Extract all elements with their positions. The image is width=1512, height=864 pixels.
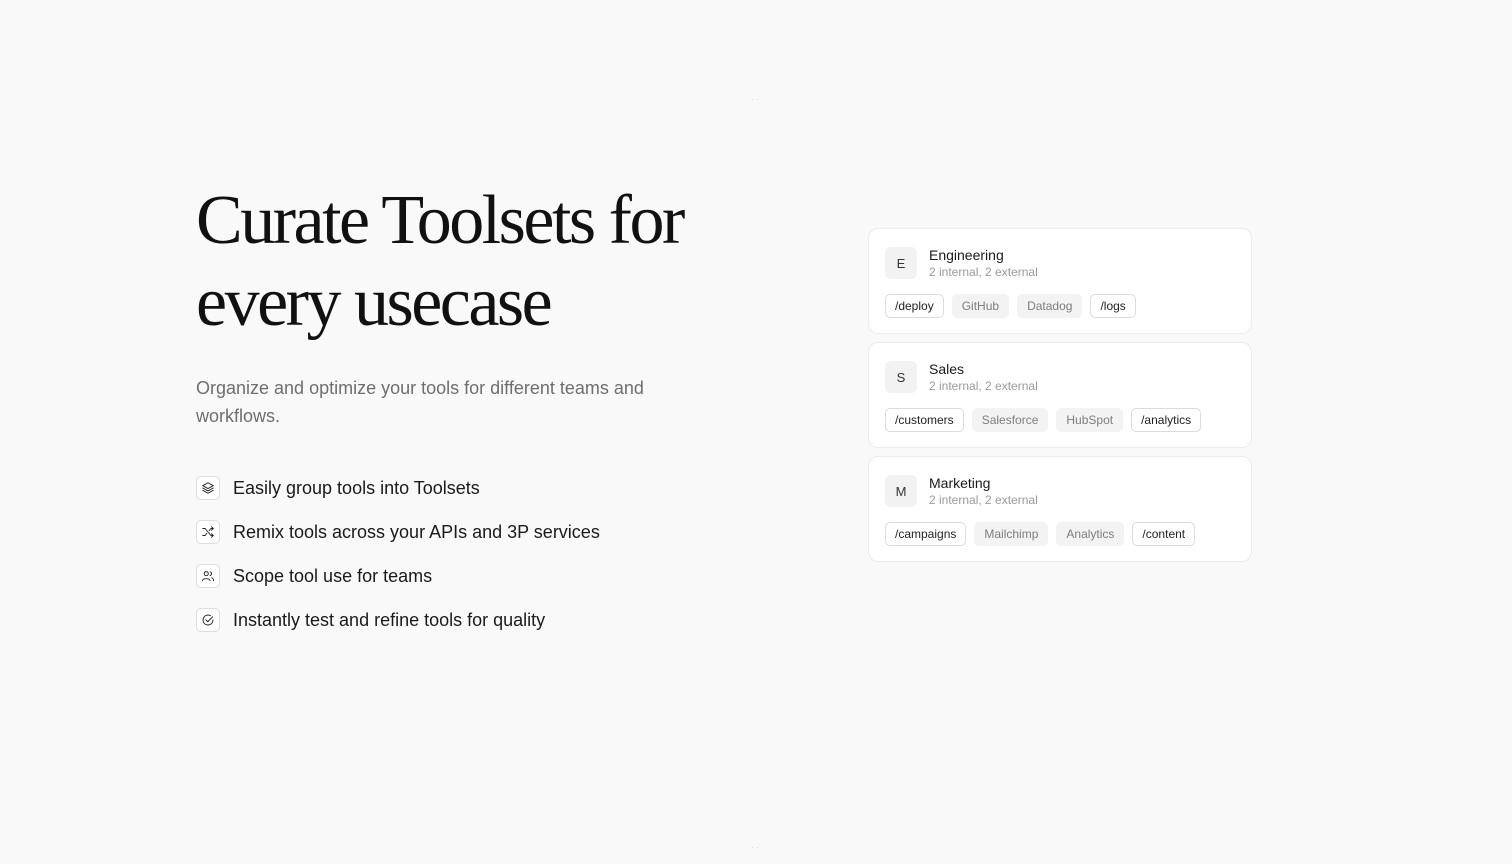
avatar: M — [885, 475, 917, 507]
feature-label: Scope tool use for teams — [233, 565, 433, 586]
users-icon — [196, 564, 220, 588]
feature-label: Easily group tools into Toolsets — [233, 477, 480, 498]
card-meta: 2 internal, 2 external — [929, 493, 1038, 507]
card-title: Sales — [929, 361, 965, 377]
tool-tag[interactable]: /campaigns — [885, 522, 967, 546]
layers-icon — [196, 476, 220, 500]
toolset-card-marketing[interactable]: M Marketing 2 internal, 2 external /camp… — [868, 456, 1252, 562]
hero-section: Curate Toolsets for every usecase Organi… — [196, 180, 716, 642]
card-heading: Engineering 2 internal, 2 external — [929, 246, 1038, 280]
tool-tag[interactable]: Datadog — [1017, 294, 1083, 318]
card-title: Marketing — [929, 475, 991, 491]
page: ·· Curate Toolsets for every usecase Org… — [0, 0, 1512, 864]
toolset-card-engineering[interactable]: E Engineering 2 internal, 2 external /de… — [868, 228, 1252, 334]
card-header: S Sales 2 internal, 2 external — [885, 360, 1235, 394]
feature-label: Instantly test and refine tools for qual… — [233, 609, 546, 630]
card-header: M Marketing 2 internal, 2 external — [885, 474, 1235, 508]
card-meta: 2 internal, 2 external — [929, 265, 1038, 279]
avatar: S — [885, 361, 917, 393]
tag-list: /campaigns Mailchimp Analytics /content — [885, 522, 1235, 546]
page-title: Curate Toolsets for every usecase — [196, 180, 716, 344]
card-header: E Engineering 2 internal, 2 external — [885, 246, 1235, 280]
card-heading: Sales 2 internal, 2 external — [929, 360, 1038, 394]
tag-list: /customers Salesforce HubSpot /analytics — [885, 408, 1235, 432]
tool-tag[interactable]: /logs — [1090, 294, 1136, 318]
shuffle-icon — [196, 520, 220, 544]
decorative-dots-bottom: ·· — [751, 843, 761, 852]
hero-subtitle: Organize and optimize your tools for dif… — [196, 378, 644, 426]
tool-tag[interactable]: /customers — [885, 408, 964, 432]
toolset-cards: E Engineering 2 internal, 2 external /de… — [868, 228, 1252, 570]
feature-item: Scope tool use for teams — [196, 554, 716, 598]
feature-item: Easily group tools into Toolsets — [196, 466, 716, 510]
tool-tag[interactable]: Mailchimp — [974, 522, 1049, 546]
headline-line-2: every usecase — [196, 264, 553, 341]
tool-tag[interactable]: Salesforce — [971, 408, 1049, 432]
tag-list: /deploy GitHub Datadog /logs — [885, 294, 1235, 318]
feature-item: Instantly test and refine tools for qual… — [196, 598, 716, 642]
tool-tag[interactable]: HubSpot — [1056, 408, 1124, 432]
tool-tag[interactable]: GitHub — [951, 294, 1010, 318]
card-meta: 2 internal, 2 external — [929, 379, 1038, 393]
decorative-dots-top: ·· — [751, 95, 761, 104]
feature-item: Remix tools across your APIs and 3P serv… — [196, 510, 716, 554]
tool-tag[interactable]: /analytics — [1131, 408, 1202, 432]
card-heading: Marketing 2 internal, 2 external — [929, 474, 1038, 508]
toolset-card-sales[interactable]: S Sales 2 internal, 2 external /customer… — [868, 342, 1252, 448]
tool-tag[interactable]: /content — [1132, 522, 1196, 546]
tool-tag[interactable]: Analytics — [1056, 522, 1125, 546]
avatar: E — [885, 247, 917, 279]
tool-tag[interactable]: /deploy — [885, 294, 944, 318]
feature-list: Easily group tools into Toolsets Remix t… — [196, 466, 716, 642]
card-title: Engineering — [929, 247, 1004, 263]
feature-label: Remix tools across your APIs and 3P serv… — [233, 521, 600, 542]
check-circle-icon — [196, 608, 220, 632]
headline-line-1: Curate Toolsets for — [196, 182, 685, 259]
